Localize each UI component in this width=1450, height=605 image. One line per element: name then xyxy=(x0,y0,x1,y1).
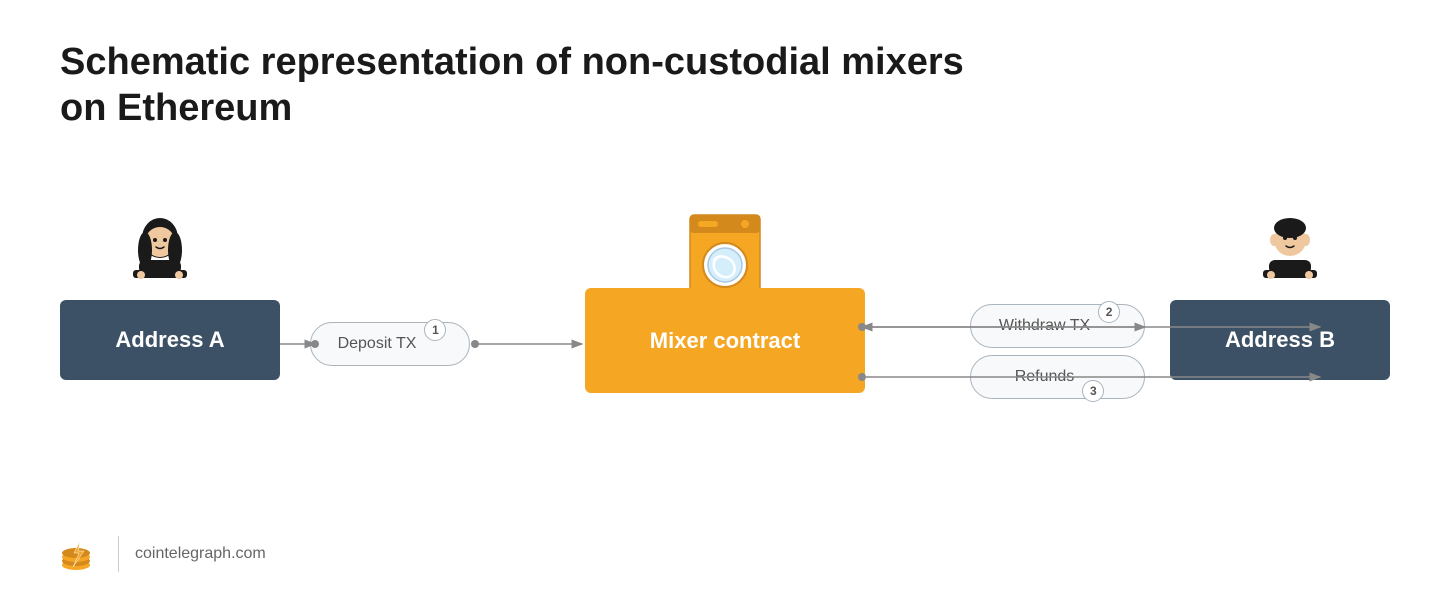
title-line1: Schematic representation of non-custodia… xyxy=(60,40,964,86)
withdraw-tx-pill: Withdraw TX 2 xyxy=(970,304,1145,348)
badge-3: 3 xyxy=(1082,380,1104,402)
diagram-area: Address A Address B xyxy=(0,200,1450,500)
address-b-box: Address B xyxy=(1170,300,1390,380)
title-line2: on Ethereum xyxy=(60,86,964,132)
deposit-tx-pill: Deposit TX 1 xyxy=(310,322,470,366)
cointelegraph-logo xyxy=(60,533,102,575)
address-b-label: Address B xyxy=(1225,327,1335,353)
address-a-label: Address A xyxy=(115,327,224,353)
footer-divider xyxy=(118,536,119,572)
refunds-label: Refunds xyxy=(1015,368,1075,386)
address-a-box: Address A xyxy=(60,300,280,380)
mixer-contract-box: Mixer contract xyxy=(585,288,865,393)
withdraw-tx-label: Withdraw TX xyxy=(999,317,1090,335)
badge-2: 2 xyxy=(1098,301,1120,323)
badge-1: 1 xyxy=(424,319,446,341)
mixer-label: Mixer contract xyxy=(650,328,800,354)
deposit-tx-label: Deposit TX xyxy=(338,335,417,353)
refunds-pill: Refunds 3 xyxy=(970,355,1145,399)
person-b-icon xyxy=(1245,210,1335,305)
page-title: Schematic representation of non-custodia… xyxy=(60,40,964,131)
person-a-icon xyxy=(115,210,205,305)
footer: cointelegraph.com xyxy=(60,533,266,575)
footer-site: cointelegraph.com xyxy=(135,545,266,563)
